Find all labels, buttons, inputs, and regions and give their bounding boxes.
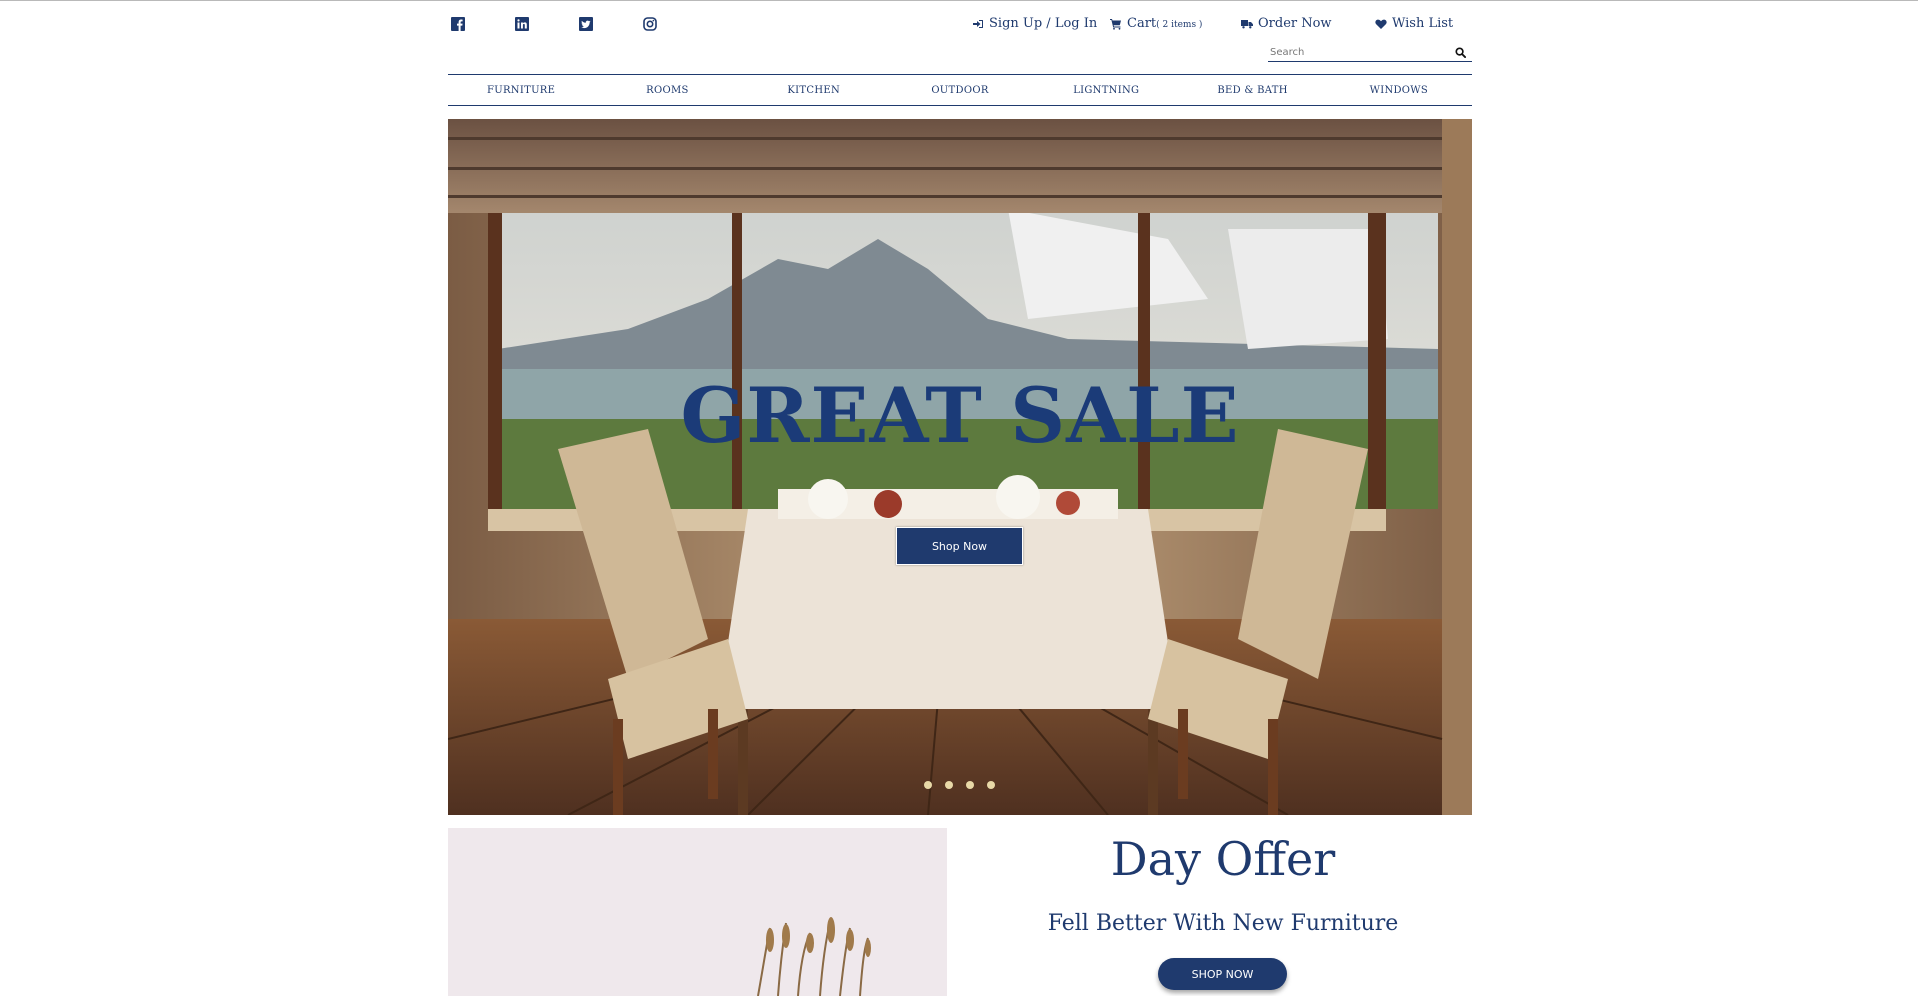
- cart-label: Cart: [1127, 16, 1157, 31]
- top-border: [0, 0, 1918, 1]
- hero-title: GREAT SALE: [680, 371, 1240, 460]
- hero-slider: GREAT SALE Shop Now: [448, 119, 1472, 815]
- hero-shop-now-button[interactable]: Shop Now: [896, 527, 1023, 565]
- slider-dots: [924, 781, 995, 789]
- hero-image: [448, 119, 1472, 815]
- wishlist-label: Wish List: [1392, 16, 1454, 31]
- nav-item-lightning[interactable]: LIGNTNING: [1033, 85, 1179, 96]
- sign-in-icon: [973, 19, 983, 28]
- twitter-icon[interactable]: [576, 14, 595, 33]
- instagram-icon[interactable]: [640, 14, 659, 33]
- slider-dot-2[interactable]: [945, 781, 953, 789]
- main-nav: FURNITURE ROOMS KITCHEN OUTDOOR LIGNTNIN…: [448, 74, 1472, 106]
- nav-item-rooms[interactable]: ROOMS: [594, 85, 740, 96]
- wishlist-link[interactable]: Wish List: [1375, 16, 1453, 31]
- order-now-link[interactable]: Order Now: [1241, 16, 1332, 31]
- order-now-label: Order Now: [1258, 16, 1332, 31]
- search-box: [1268, 44, 1472, 62]
- facebook-icon[interactable]: [448, 14, 467, 33]
- day-offer-shop-now-button[interactable]: SHOP NOW: [1158, 958, 1287, 990]
- cart-count: ( 2 items ): [1156, 20, 1203, 30]
- slider-dot-4[interactable]: [987, 781, 995, 789]
- day-offer-image: [448, 828, 947, 996]
- signup-login-link[interactable]: Sign Up / Log In: [972, 16, 1097, 31]
- search-icon[interactable]: [1455, 47, 1466, 58]
- cart-link[interactable]: Cart( 2 items ): [1110, 16, 1202, 31]
- nav-item-windows[interactable]: WINDOWS: [1326, 85, 1472, 96]
- nav-item-outdoor[interactable]: OUTDOOR: [887, 85, 1033, 96]
- day-offer-subtitle: Fell Better With New Furniture: [1047, 911, 1399, 936]
- nav-item-bed-bath[interactable]: BED & BATH: [1180, 85, 1326, 96]
- signup-login-label: Sign Up / Log In: [989, 16, 1098, 31]
- search-input[interactable]: [1268, 47, 1448, 58]
- slider-dot-1[interactable]: [924, 781, 932, 789]
- truck-icon: [1241, 19, 1253, 28]
- nav-item-furniture[interactable]: FURNITURE: [448, 85, 594, 96]
- slider-dot-3[interactable]: [966, 781, 974, 789]
- social-links: [448, 14, 659, 33]
- heart-icon: [1375, 19, 1387, 29]
- cart-icon: [1110, 18, 1121, 30]
- day-offer-title: Day Offer: [1110, 832, 1336, 886]
- linkedin-icon[interactable]: [512, 14, 531, 33]
- nav-item-kitchen[interactable]: KITCHEN: [741, 85, 887, 96]
